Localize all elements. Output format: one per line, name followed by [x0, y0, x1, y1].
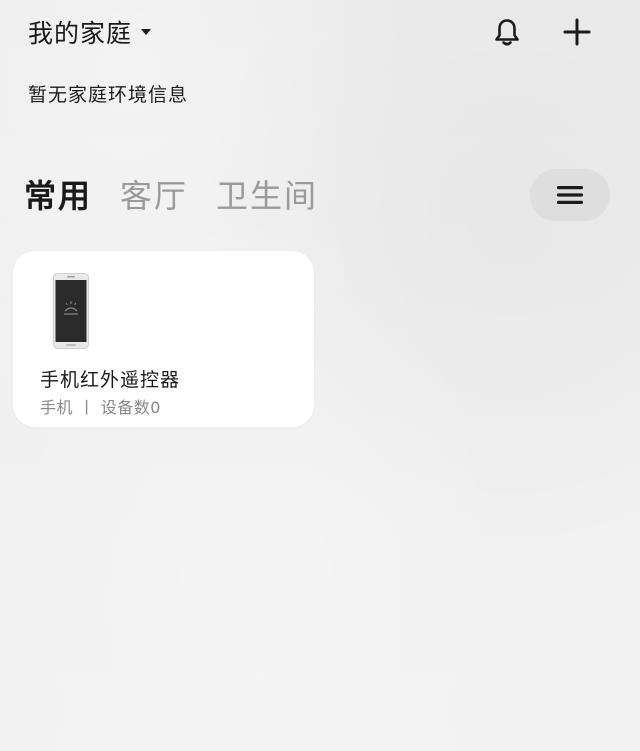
room-tabs: 常用 客厅 卫生间	[24, 172, 346, 220]
caret-down-icon	[141, 29, 152, 35]
device-type: 手机	[40, 398, 74, 417]
bell-icon	[495, 19, 519, 46]
plus-icon	[563, 18, 591, 46]
device-name: 手机红外遥控器	[40, 369, 181, 391]
hamburger-menu-icon	[557, 186, 583, 204]
device-meta: 手机 丨 设备数0	[40, 394, 161, 418]
meta-separator: 丨	[78, 398, 96, 417]
room-menu-button[interactable]	[530, 169, 610, 221]
home-selector[interactable]: 我的家庭	[28, 14, 152, 50]
tab-living-room[interactable]: 客厅	[120, 172, 188, 220]
tab-favorites[interactable]: 常用	[24, 172, 92, 220]
device-count: 设备数0	[100, 398, 161, 417]
tab-bathroom[interactable]: 卫生间	[216, 172, 318, 220]
device-card[interactable]: 手机红外遥控器 手机 丨 设备数0	[13, 251, 314, 427]
phone-icon	[53, 273, 89, 349]
notifications-button[interactable]	[489, 14, 525, 50]
home-title: 我的家庭	[28, 19, 133, 48]
add-button[interactable]	[559, 14, 595, 50]
environment-info-text: 暂无家庭环境信息	[28, 84, 189, 106]
